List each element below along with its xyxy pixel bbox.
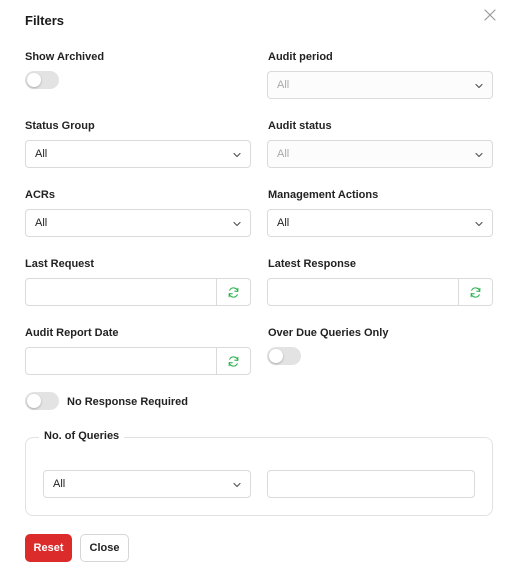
- acrs-value: All: [35, 217, 48, 229]
- latest-response-input[interactable]: [268, 279, 458, 305]
- audit-period-value: All: [277, 79, 290, 91]
- dialog-title: Filters: [25, 13, 65, 28]
- status-group-select[interactable]: All: [25, 140, 251, 168]
- toggle-knob: [27, 394, 41, 408]
- audit-report-date-input[interactable]: [26, 348, 216, 374]
- chevron-down-icon: [232, 480, 242, 490]
- queries-operator-value: All: [53, 478, 66, 490]
- last-request-label: Last Request: [25, 258, 95, 270]
- refresh-icon[interactable]: [216, 348, 250, 374]
- refresh-icon[interactable]: [216, 279, 250, 305]
- reset-button[interactable]: Reset: [25, 534, 72, 562]
- last-request-input[interactable]: [26, 279, 216, 305]
- audit-report-date-label: Audit Report Date: [25, 327, 119, 339]
- no-response-required-toggle[interactable]: [25, 392, 59, 410]
- latest-response-date-picker: [267, 278, 493, 306]
- audit-status-select[interactable]: All: [267, 140, 493, 168]
- toggle-knob: [269, 349, 283, 363]
- over-due-queries-label: Over Due Queries Only: [268, 327, 389, 339]
- status-group-label: Status Group: [25, 120, 95, 132]
- queries-operator-select[interactable]: All: [43, 470, 251, 498]
- toggle-knob: [27, 73, 41, 87]
- audit-status-value: All: [277, 148, 290, 160]
- show-archived-label: Show Archived: [25, 51, 105, 63]
- chevron-down-icon: [474, 219, 484, 229]
- chevron-down-icon: [474, 81, 484, 91]
- audit-period-label: Audit period: [268, 51, 333, 63]
- queries-group-legend: No. of Queries: [39, 430, 125, 442]
- no-response-required-label: No Response Required: [67, 396, 189, 408]
- latest-response-label: Latest Response: [268, 258, 357, 270]
- chevron-down-icon: [474, 150, 484, 160]
- queries-count-input[interactable]: [267, 470, 475, 498]
- management-actions-select[interactable]: All: [267, 209, 493, 237]
- audit-period-select[interactable]: All: [267, 71, 493, 99]
- audit-status-label: Audit status: [268, 120, 332, 132]
- last-request-date-picker: [25, 278, 251, 306]
- status-group-value: All: [35, 148, 48, 160]
- show-archived-toggle[interactable]: [25, 71, 59, 89]
- management-actions-value: All: [277, 217, 290, 229]
- over-due-queries-toggle[interactable]: [267, 347, 301, 365]
- acrs-label: ACRs: [25, 189, 55, 201]
- chevron-down-icon: [232, 219, 242, 229]
- audit-report-date-picker: [25, 347, 251, 375]
- close-icon[interactable]: [482, 7, 498, 23]
- management-actions-label: Management Actions: [268, 189, 379, 201]
- acrs-select[interactable]: All: [25, 209, 251, 237]
- refresh-icon[interactable]: [458, 279, 492, 305]
- chevron-down-icon: [232, 150, 242, 160]
- close-button[interactable]: Close: [80, 534, 129, 562]
